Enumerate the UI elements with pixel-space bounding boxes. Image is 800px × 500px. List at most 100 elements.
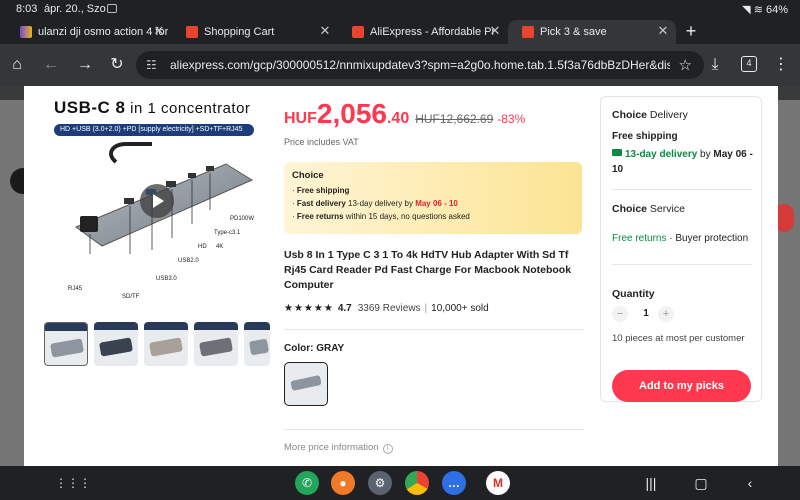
choice-benefits-box: Choice · Free shipping · Fast delivery 1… [284, 162, 582, 234]
wifi-icon: ◥ ≋ [742, 4, 766, 16]
choice-delivery-text: 13-day delivery by [345, 199, 416, 208]
tab-shopping-cart[interactable]: Shopping Cart ✕ [172, 20, 338, 44]
divider [284, 329, 584, 330]
original-price: HUF12,662.69 [415, 112, 494, 126]
price-currency: HUF [284, 110, 317, 127]
thumbnail-4[interactable] [194, 322, 238, 366]
thumbnail-2[interactable] [94, 322, 138, 366]
thumbnail-5[interactable] [244, 322, 270, 366]
reviews-link[interactable]: 3369 Reviews [358, 303, 421, 314]
sold-count: 10,000+ sold [431, 303, 489, 314]
purchase-panel: Choice Delivery Free shipping 13-day del… [600, 96, 762, 402]
divider [612, 264, 752, 265]
browser-toolbar: ⌂ ← → ↻ ☷ aliexpress.com/gcp/300000512/n… [0, 44, 800, 86]
quantity-increase-button[interactable]: + [658, 306, 674, 322]
play-video-button[interactable] [140, 184, 174, 218]
tab-strip: ulanzi dji osmo action 4 for ✕ Shopping … [0, 18, 800, 44]
product-quick-view-modal: USB-C 8 in 1 concentrator HD +USB (3.0+2… [24, 86, 778, 466]
recents-button[interactable]: ||| [643, 475, 659, 491]
service-heading-bold: Choice [612, 203, 648, 215]
close-icon[interactable]: ✕ [656, 24, 670, 38]
app-drawer-icon[interactable]: ⋮⋮⋮ [55, 476, 91, 490]
thumbnail-3[interactable] [144, 322, 188, 366]
tab-ulanzi[interactable]: ulanzi dji osmo action 4 for ✕ [6, 20, 172, 44]
port-label: SD/TF [122, 294, 140, 300]
port-label: PD100W [230, 216, 255, 222]
choice-title: Choice [292, 170, 324, 181]
messages-app-icon[interactable]: … [442, 471, 466, 495]
thumbnail-1[interactable] [44, 322, 88, 366]
delivery-heading-rest: Delivery [647, 109, 688, 121]
image-headline-b: in 1 concentrator [125, 100, 251, 117]
tab-pick-3-save[interactable]: Pick 3 & save ✕ [508, 20, 676, 44]
address-bar[interactable]: ☷ aliexpress.com/gcp/300000512/nnmixupda… [136, 51, 704, 79]
back-button[interactable]: ‹ [742, 475, 758, 491]
settings-app-icon[interactable]: ⚙ [368, 471, 392, 495]
tab-title: AliExpress - Affordable Price [370, 26, 494, 38]
port-label: 4K [216, 244, 224, 250]
close-icon[interactable]: ✕ [488, 24, 502, 38]
discount-badge: -83% [497, 112, 526, 126]
home-button[interactable]: ▢ [693, 475, 709, 491]
divider [284, 429, 584, 430]
image-subline: HD +USB (3.0+2.0) +PD [supply electricit… [54, 124, 254, 136]
battery-level: 64% [765, 4, 788, 16]
delivery-by: by [697, 149, 714, 160]
phone-app-icon[interactable]: ✆ [295, 471, 319, 495]
vat-note: Price includes VAT [284, 137, 359, 147]
port-label: USB2.0 [178, 258, 199, 264]
product-title[interactable]: Usb 8 In 1 Type C 3 1 To 4k HdTV Hub Ada… [284, 248, 586, 293]
forward-icon[interactable]: → [76, 56, 94, 74]
color-swatch-gray[interactable] [284, 362, 328, 406]
delivery-heading-bold: Choice [612, 109, 648, 121]
reload-icon[interactable]: ↻ [108, 56, 126, 74]
bookmark-star-icon[interactable]: ☆ [679, 56, 692, 74]
tab-favicon [20, 26, 32, 38]
back-icon[interactable]: ← [42, 56, 60, 74]
tab-aliexpress[interactable]: AliExpress - Affordable Price ✕ [338, 20, 508, 44]
choice-delivery-date: May 06 - 10 [415, 199, 458, 208]
gmail-app-icon[interactable]: M [486, 471, 510, 495]
choice-fast-delivery: Fast delivery [296, 199, 346, 208]
close-icon[interactable]: ✕ [318, 24, 332, 38]
service-details: Free returns · Buyer protection [612, 231, 757, 246]
image-headline-a: USB-C 8 [54, 98, 126, 117]
add-to-picks-button[interactable]: Add to my picks [612, 370, 751, 402]
close-icon[interactable]: ✕ [152, 24, 166, 38]
product-main-image[interactable]: USB-C 8 in 1 concentrator HD +USB (3.0+2… [44, 92, 268, 314]
choice-free-returns: Free returns [296, 212, 344, 221]
quantity-value[interactable]: 1 [640, 308, 652, 319]
price-decimal: .40 [386, 110, 410, 127]
status-date: ápr. 20., Szo [44, 3, 106, 15]
quantity-decrease-button[interactable]: − [612, 306, 628, 322]
chrome-app-icon[interactable] [405, 471, 429, 495]
status-time: 8:03 [16, 3, 38, 15]
port-label: HD [198, 244, 207, 250]
download-icon[interactable]: ⤓ [706, 56, 724, 74]
tab-title: Pick 3 & save [540, 26, 607, 38]
tab-title: Shopping Cart [204, 26, 275, 38]
aliexpress-favicon [522, 26, 534, 38]
contacts-app-icon[interactable]: ● [331, 471, 355, 495]
thumbnail-strip [44, 322, 270, 368]
free-returns-link[interactable]: Free returns [612, 233, 666, 244]
url-text[interactable]: aliexpress.com/gcp/300000512/nnmixupdate… [170, 58, 670, 72]
service-heading: Choice Service [612, 203, 685, 215]
delivery-heading: Choice Delivery [612, 109, 688, 121]
separator: | [424, 303, 428, 314]
menu-icon[interactable]: ⋮ [772, 56, 790, 74]
port-label: USB3.0 [156, 276, 177, 282]
tab-title: ulanzi dji osmo action 4 for [38, 26, 168, 38]
choice-line-returns: · Free returns within 15 days, no questi… [292, 212, 470, 221]
home-icon[interactable]: ⌂ [8, 56, 26, 74]
site-settings-icon[interactable]: ☷ [146, 58, 160, 72]
tab-switcher-button[interactable]: 4 [741, 56, 757, 72]
new-tab-button[interactable]: + [682, 22, 700, 40]
color-label: Color: GRAY [284, 343, 345, 354]
more-price-info-link[interactable]: More price information i [284, 442, 393, 454]
choice-returns-text: within 15 days, no questions asked [343, 212, 470, 221]
price-block: HUF2,056.40 HUF12,662.69 -83% [284, 98, 525, 134]
quantity-limit-note: 10 pieces at most per customer [612, 333, 745, 344]
truck-icon [612, 149, 622, 156]
aliexpress-favicon [186, 26, 198, 38]
